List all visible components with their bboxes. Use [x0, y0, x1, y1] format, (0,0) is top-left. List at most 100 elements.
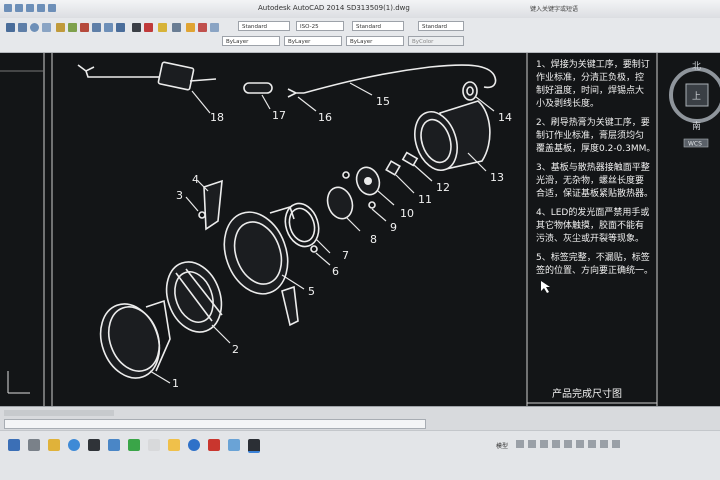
linetype-select[interactable]: ByLayer — [284, 36, 342, 46]
part-10-led-board — [355, 166, 381, 196]
layer-color-select[interactable]: ByLayer — [222, 36, 280, 46]
search-icon[interactable] — [28, 439, 40, 451]
arc-tool-icon[interactable] — [42, 23, 51, 32]
note-line: 光滑，无杂物，螺丝长度要 — [536, 174, 644, 186]
window-title: Autodesk AutoCAD 2014 SD313509(1).dwg — [258, 4, 410, 12]
callout-11: 11 — [418, 193, 432, 206]
leader-11 — [395, 174, 415, 194]
app-blue-icon[interactable] — [188, 439, 200, 451]
workspace-icon[interactable] — [600, 440, 608, 448]
folder-icon[interactable] — [48, 439, 60, 451]
search-box[interactable]: 键入关键字或短语 — [530, 4, 578, 13]
leader-3 — [185, 196, 199, 212]
part-1-lens-cover — [99, 299, 171, 379]
leader-17 — [261, 94, 271, 110]
multileader-style-select[interactable]: Standard — [418, 21, 464, 31]
note-line: 3、基板与散热器接触面平整 — [536, 161, 650, 173]
drawing-canvas[interactable]: 1 2 3 4 5 6 7 8 9 10 11 12 13 14 15 16 1… — [0, 53, 720, 406]
polyline-tool-icon[interactable] — [18, 23, 27, 32]
redo-icon[interactable] — [48, 4, 56, 12]
text-tool-icon[interactable] — [132, 23, 141, 32]
grid-toggle-icon[interactable] — [516, 440, 524, 448]
leader-9 — [371, 208, 387, 222]
quick-access-toolbar — [4, 4, 56, 12]
snap-toggle-icon[interactable] — [528, 440, 536, 448]
part-6-screw — [310, 245, 318, 253]
wcs-label[interactable]: WCS — [688, 141, 702, 148]
lineweight-select[interactable]: ByLayer — [346, 36, 404, 46]
autocad-icon[interactable] — [248, 439, 260, 453]
group-tool-icon[interactable] — [210, 23, 219, 32]
circle-tool-icon[interactable] — [30, 23, 39, 32]
part-4-bracket — [203, 179, 223, 231]
notes-icon[interactable] — [148, 439, 160, 451]
browser-icon[interactable] — [68, 439, 80, 451]
undo-icon[interactable] — [37, 4, 45, 12]
mirror-tool-icon[interactable] — [104, 23, 113, 32]
text-style-select[interactable]: Standard — [238, 21, 290, 31]
line-tool-icon[interactable] — [6, 23, 15, 32]
part-16-fork — [287, 88, 304, 98]
ribbon: Standard ISO-25 Standard Standard ByLaye… — [0, 18, 720, 53]
leader-16 — [297, 96, 317, 112]
note-line: 签的位置、方向要正确统一。 — [536, 264, 653, 276]
dimension-tool-icon[interactable] — [144, 23, 153, 32]
callout-4: 4 — [192, 173, 199, 186]
part-8-lens — [326, 186, 354, 220]
wps-icon[interactable] — [208, 439, 220, 451]
note-line: 5、标签完整，不漏贴，标签 — [536, 251, 650, 263]
viewcube[interactable]: 北 南 上 WCS — [669, 61, 720, 148]
callout-13: 13 — [490, 171, 504, 184]
callout-16: 16 — [318, 111, 332, 124]
callout-5: 5 — [308, 285, 315, 298]
plot-style-select[interactable]: ByColor — [408, 36, 464, 46]
photo-icon[interactable] — [228, 439, 240, 451]
move-tool-icon[interactable] — [56, 23, 65, 32]
leader-15 — [349, 82, 373, 96]
save-icon[interactable] — [26, 4, 34, 12]
camera-icon[interactable] — [168, 439, 180, 451]
ortho-toggle-icon[interactable] — [540, 440, 548, 448]
leader-12 — [413, 164, 433, 182]
start-icon[interactable] — [8, 439, 20, 451]
command-line[interactable] — [0, 406, 720, 431]
part-13-housing — [414, 100, 491, 171]
annotation-scale-icon[interactable] — [588, 440, 596, 448]
compass-north[interactable]: 北 — [692, 61, 701, 72]
callout-10: 10 — [400, 207, 414, 220]
open-icon[interactable] — [15, 4, 23, 12]
mail-icon[interactable] — [108, 439, 120, 451]
note-line: 制订作业标准，膏层须均匀 — [536, 129, 644, 141]
polar-toggle-icon[interactable] — [552, 440, 560, 448]
part-clip — [281, 285, 299, 327]
leader-2 — [211, 324, 231, 344]
match-properties-icon[interactable] — [198, 23, 207, 32]
part-7-seal-ring — [284, 202, 320, 248]
lineweight-toggle-icon[interactable] — [576, 440, 584, 448]
viewcube-face[interactable]: 上 — [692, 91, 701, 102]
dim-style-select[interactable]: ISO-25 — [296, 21, 344, 31]
new-icon[interactable] — [4, 4, 12, 12]
fillet-tool-icon[interactable] — [116, 23, 125, 32]
note-line: 其它物体触摸，胶面不能有 — [536, 219, 644, 231]
customize-icon[interactable] — [612, 440, 620, 448]
rotate-tool-icon[interactable] — [68, 23, 77, 32]
model-tab[interactable]: 模型 — [496, 441, 508, 450]
table-style-select[interactable]: Standard — [352, 21, 404, 31]
copy-tool-icon[interactable] — [92, 23, 101, 32]
command-input[interactable] — [4, 419, 426, 429]
note-line: 污渍、灰尘或开裂等现象。 — [536, 232, 644, 244]
note-line: 小及剥线长度。 — [536, 97, 599, 109]
chat-icon[interactable] — [128, 439, 140, 451]
note-line: 覆盖基板，厚度0.2-0.3MM。 — [536, 142, 655, 154]
taskbar: 模型 — [0, 430, 720, 480]
osnap-toggle-icon[interactable] — [564, 440, 572, 448]
block-tool-icon[interactable] — [172, 23, 181, 32]
layer-tool-icon[interactable] — [158, 23, 167, 32]
media-icon[interactable] — [88, 439, 100, 451]
exploded-view-drawing: 1 2 3 4 5 6 7 8 9 10 11 12 13 14 15 16 1… — [0, 53, 720, 406]
callout-6: 6 — [332, 265, 339, 278]
trim-tool-icon[interactable] — [80, 23, 89, 32]
properties-tool-icon[interactable] — [186, 23, 195, 32]
compass-south[interactable]: 南 — [692, 120, 701, 132]
